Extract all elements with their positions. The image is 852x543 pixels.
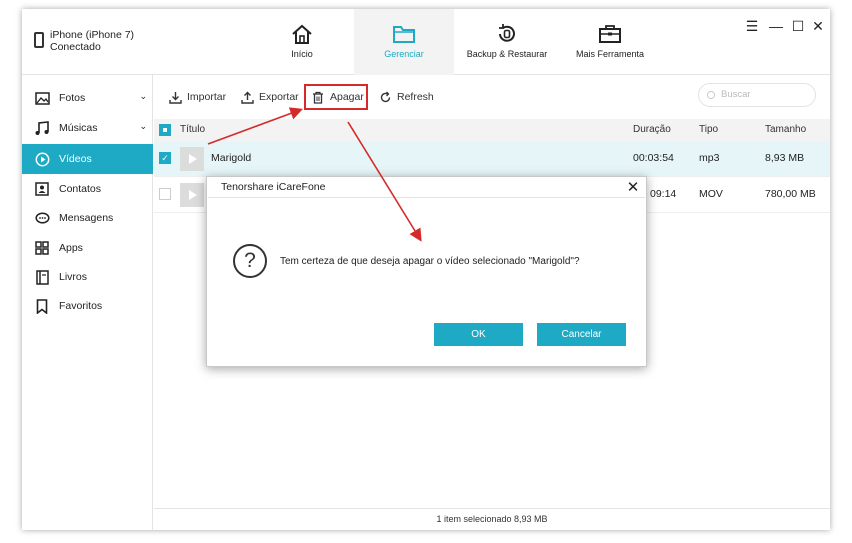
table-row[interactable]: ✓ Marigold 00:03:54 mp3 8,93 MB xyxy=(154,141,830,177)
table-header: Título Duração Tipo Tamanho xyxy=(154,119,830,141)
chevron-down-icon[interactable]: ⌄ xyxy=(139,91,147,102)
export-button[interactable]: Exportar xyxy=(240,89,299,105)
sidebar-item-label: Mensagens xyxy=(59,212,114,224)
sidebar-item-label: Músicas xyxy=(59,122,98,134)
sidebar-item-musicas[interactable]: Músicas ⌄ xyxy=(22,113,153,143)
delete-button-annotation xyxy=(304,84,368,110)
sidebar-item-label: Vídeos xyxy=(59,153,92,165)
sidebar-item-apps[interactable]: Apps xyxy=(22,233,153,263)
cancel-button[interactable]: Cancelar xyxy=(537,323,626,346)
column-title[interactable]: Título xyxy=(180,124,205,135)
photo-icon xyxy=(34,90,50,106)
video-thumbnail xyxy=(180,183,204,207)
toolbox-icon xyxy=(599,25,621,43)
sidebar-item-favoritos[interactable]: Favoritos xyxy=(22,291,153,321)
tab-label: Mais Ferramenta xyxy=(575,49,645,59)
sidebar-item-fotos[interactable]: Fotos ⌄ xyxy=(22,83,153,113)
menu-icon[interactable]: ☰ xyxy=(744,19,760,33)
search-placeholder: Buscar xyxy=(721,89,751,100)
device-info: iPhone (iPhone 7) Conectado xyxy=(34,29,134,53)
sidebar-item-label: Apps xyxy=(59,242,83,254)
sidebar: Fotos ⌄ Músicas ⌄ Vídeos Contatos Mensag… xyxy=(22,75,153,530)
messages-icon xyxy=(34,210,50,226)
video-icon xyxy=(34,151,50,167)
row-type: MOV xyxy=(699,188,723,200)
refresh-label: Refresh xyxy=(397,91,434,103)
maximize-button[interactable]: ☐ xyxy=(790,19,806,33)
chevron-down-icon[interactable]: ⌄ xyxy=(139,121,147,132)
dialog-title: Tenorshare iCareFone xyxy=(221,181,326,193)
bookmark-icon xyxy=(34,298,50,314)
tab-label: Início xyxy=(291,49,313,59)
toolbar: Importar Exportar Apagar Refresh Buscar xyxy=(154,75,830,119)
row-duration: 09:14 xyxy=(650,188,677,200)
column-size[interactable]: Tamanho xyxy=(765,124,806,135)
row-checkbox[interactable]: ✓ xyxy=(159,152,171,164)
close-icon[interactable]: ✕ xyxy=(626,178,640,196)
sidebar-item-label: Favoritos xyxy=(59,300,103,312)
device-status: Conectado xyxy=(50,41,101,53)
tab-gerenciar[interactable]: Gerenciar xyxy=(354,9,454,75)
import-label: Importar xyxy=(187,91,227,103)
minimize-button[interactable]: — xyxy=(768,19,784,33)
ok-button[interactable]: OK xyxy=(434,323,523,346)
export-label: Exportar xyxy=(259,91,299,103)
contacts-icon xyxy=(34,181,50,197)
search-icon xyxy=(707,91,715,99)
tab-mais-ferramenta[interactable]: Mais Ferramenta xyxy=(570,9,650,75)
column-duration[interactable]: Duração xyxy=(633,124,671,135)
sidebar-item-label: Contatos xyxy=(59,183,102,195)
tab-backup-restaurar[interactable]: Backup & Restaurar xyxy=(462,9,552,75)
confirm-delete-dialog: Tenorshare iCareFone ✕ ? Tem certeza de … xyxy=(206,176,647,367)
close-button[interactable]: ✕ xyxy=(810,19,826,33)
music-icon xyxy=(34,120,50,136)
tab-label: Gerenciar xyxy=(384,49,424,59)
sidebar-item-label: Livros xyxy=(59,271,88,283)
sidebar-item-label: Fotos xyxy=(59,92,86,104)
row-size: 8,93 MB xyxy=(765,152,805,164)
row-duration: 00:03:54 xyxy=(633,152,674,164)
dialog-message: Tem certeza de que deseja apagar o vídeo… xyxy=(280,256,580,267)
sidebar-item-livros[interactable]: Livros xyxy=(22,262,153,292)
dialog-divider xyxy=(208,197,645,198)
sidebar-item-videos[interactable]: Vídeos xyxy=(22,144,153,174)
row-type: mp3 xyxy=(699,152,720,164)
question-icon: ? xyxy=(233,244,267,278)
status-bar: 1 item selecionado 8,93 MB xyxy=(154,508,830,530)
tab-inicio[interactable]: Início xyxy=(272,9,332,75)
top-bar: iPhone (iPhone 7) Conectado Início Geren… xyxy=(22,9,830,75)
tab-label: Backup & Restaurar xyxy=(466,49,548,59)
import-button[interactable]: Importar xyxy=(168,89,226,105)
backup-restore-icon xyxy=(499,24,515,42)
row-checkbox[interactable] xyxy=(159,188,171,200)
row-title: Marigold xyxy=(211,152,252,164)
column-type[interactable]: Tipo xyxy=(699,124,718,135)
apps-icon xyxy=(34,240,50,256)
export-icon xyxy=(240,90,254,104)
refresh-icon xyxy=(378,90,392,104)
phone-icon xyxy=(34,32,44,48)
select-all-checkbox[interactable] xyxy=(159,124,171,136)
device-name: iPhone (iPhone 7) xyxy=(50,29,135,41)
sidebar-item-mensagens[interactable]: Mensagens xyxy=(22,203,153,233)
folder-icon xyxy=(393,26,415,43)
sidebar-item-contatos[interactable]: Contatos xyxy=(22,174,153,204)
row-size: 780,00 MB xyxy=(765,188,816,200)
video-thumbnail xyxy=(180,147,204,171)
import-icon xyxy=(168,90,182,104)
refresh-button[interactable]: Refresh xyxy=(378,89,434,105)
search-input[interactable]: Buscar xyxy=(698,83,816,107)
books-icon xyxy=(34,269,50,285)
home-icon xyxy=(292,24,312,44)
